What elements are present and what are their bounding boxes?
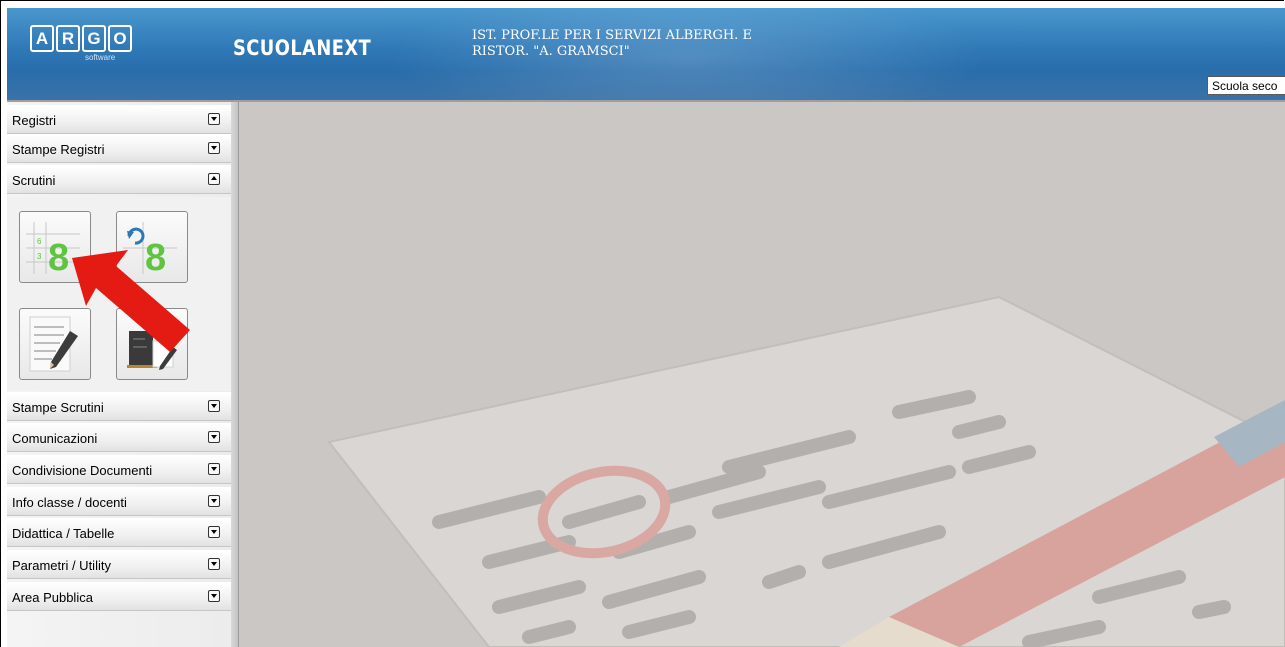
logo-letter-a: A <box>30 25 54 52</box>
refresh-arrowhead <box>127 231 134 239</box>
paper-sheet <box>327 295 1285 647</box>
logo-letter-r: R <box>56 25 80 52</box>
sidebar-item-scrutini[interactable]: Scrutini <box>7 165 231 194</box>
header-wave <box>7 70 1285 100</box>
chevron-down-icon[interactable] <box>208 495 220 507</box>
sidebar-item-parametri-utility[interactable]: Parametri / Utility <box>7 550 231 579</box>
sidebar-item-label: Condivisione Documenti <box>12 463 153 478</box>
sidebar-splitter[interactable] <box>231 102 239 647</box>
sidebar-item-stampe-scrutini[interactable]: Stampe Scrutini <box>7 392 231 421</box>
sidebar-item-registri[interactable]: Registri <box>7 105 231 134</box>
chevron-down-icon[interactable] <box>208 431 220 443</box>
chevron-down-icon[interactable] <box>208 113 220 125</box>
app-header: A R G O software SCUOLANEXT IST. PROF.LE… <box>7 8 1285 100</box>
sidebar-item-label: Scrutini <box>12 173 56 188</box>
grid-digit-3: 3 <box>37 252 42 261</box>
logo-subtitle: software <box>85 53 116 62</box>
arrow-shape <box>72 250 190 352</box>
grid-digit-6: 6 <box>37 237 42 246</box>
sidebar-item-didattica-tabelle[interactable]: Didattica / Tabelle <box>7 518 231 547</box>
chevron-down-icon[interactable] <box>208 400 220 412</box>
refresh-arrow <box>127 227 145 245</box>
sidebar-item-label: Stampe Scrutini <box>12 400 104 415</box>
sidebar-item-comunicazioni[interactable]: Comunicazioni <box>7 423 231 452</box>
sidebar-item-label: Stampe Registri <box>12 142 105 157</box>
sidebar-menu: Registri Stampe Registri Scrutini 6 3 8 <box>7 102 232 647</box>
sidebar-item-label: Parametri / Utility <box>12 558 111 573</box>
logo-letter-o: O <box>108 25 132 52</box>
argo-logo: A R G O <box>30 25 132 52</box>
red-arrow-annotation <box>72 250 190 352</box>
sidebar-item-condivisione-documenti[interactable]: Condivisione Documenti <box>7 455 231 484</box>
chevron-down-icon[interactable] <box>208 463 220 475</box>
sidebar-item-label: Comunicazioni <box>12 431 98 446</box>
sidebar-item-label: Info classe / docenti <box>12 495 127 510</box>
background-illustration <box>327 295 1285 647</box>
main-content-area <box>239 102 1285 647</box>
sidebar-item-label: Area Pubblica <box>12 590 93 605</box>
school-name: IST. PROF.LE PER I SERVIZI ALBERGH. E RI… <box>472 28 752 60</box>
chevron-down-icon[interactable] <box>208 558 220 570</box>
chevron-down-icon[interactable] <box>208 142 220 154</box>
chevron-up-icon[interactable] <box>208 173 220 185</box>
chevron-down-icon[interactable] <box>208 526 220 538</box>
chevron-down-icon[interactable] <box>208 590 220 602</box>
grid-digit-8: 8 <box>48 237 69 279</box>
logo-letter-g: G <box>82 25 106 52</box>
school-name-line1: IST. PROF.LE PER I SERVIZI ALBERGH. E <box>472 28 752 43</box>
sidebar-item-area-pubblica[interactable]: Area Pubblica <box>7 582 231 611</box>
sidebar-item-info-classe-docenti[interactable]: Info classe / docenti <box>7 487 231 516</box>
sidebar-item-label: Didattica / Tabelle <box>12 526 115 541</box>
brand-title: SCUOLANEXT <box>233 36 372 60</box>
sidebar-item-label: Registri <box>12 113 57 128</box>
sidebar-item-stampe-registri[interactable]: Stampe Registri <box>7 134 231 163</box>
school-name-line2: RISTOR. "A. GRAMSCI" <box>472 44 630 59</box>
school-select[interactable]: Scuola seco <box>1207 76 1285 95</box>
